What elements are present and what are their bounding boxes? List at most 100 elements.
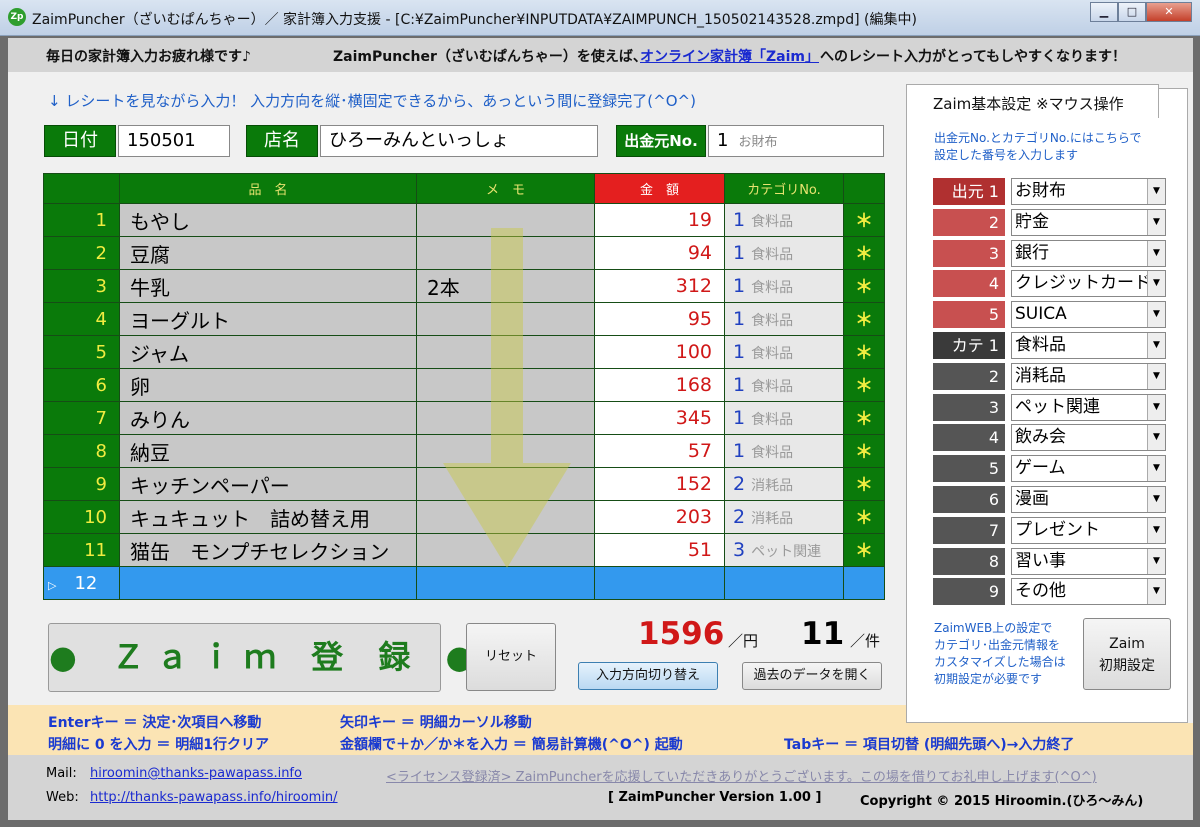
- mail-link[interactable]: hiroomin@thanks-pawapass.info: [90, 766, 302, 781]
- memo-cell[interactable]: [416, 368, 595, 402]
- chevron-down-icon[interactable]: ▼: [1147, 487, 1165, 512]
- amount-cell[interactable]: 152: [594, 467, 725, 501]
- memo-cell[interactable]: [416, 401, 595, 435]
- setting-select[interactable]: 漫画 ▼: [1011, 486, 1166, 513]
- category-cell[interactable]: [724, 566, 844, 600]
- amount-cell[interactable]: [594, 566, 725, 600]
- chevron-down-icon[interactable]: ▼: [1147, 363, 1165, 389]
- open-past-data-button[interactable]: 過去のデータを開く: [742, 662, 882, 690]
- item-name-cell[interactable]: キッチンペーパー: [119, 467, 417, 501]
- table-row[interactable]: 4 ヨーグルト 95 1 食料品 ＊: [43, 302, 885, 336]
- setting-select[interactable]: ペット関連 ▼: [1011, 393, 1166, 421]
- item-name-cell[interactable]: キュキュット 詰め替え用: [119, 500, 417, 534]
- category-cell[interactable]: 1 食料品: [724, 302, 844, 336]
- setting-select[interactable]: その他 ▼: [1011, 578, 1166, 606]
- category-cell[interactable]: 1 食料品: [724, 203, 844, 237]
- chevron-down-icon[interactable]: ▼: [1147, 179, 1165, 204]
- chevron-down-icon[interactable]: ▼: [1147, 425, 1165, 451]
- close-button[interactable]: ✕: [1146, 2, 1192, 22]
- memo-cell[interactable]: [416, 203, 595, 237]
- amount-cell[interactable]: 168: [594, 368, 725, 402]
- memo-cell[interactable]: [416, 467, 595, 501]
- amount-cell[interactable]: 345: [594, 401, 725, 435]
- setting-select[interactable]: プレゼント ▼: [1011, 516, 1166, 544]
- category-cell[interactable]: 1 食料品: [724, 335, 844, 369]
- memo-cell[interactable]: [416, 236, 595, 270]
- minimize-button[interactable]: ▁: [1090, 2, 1118, 22]
- setting-select[interactable]: 飲み会 ▼: [1011, 424, 1166, 452]
- chevron-down-icon[interactable]: ▼: [1147, 271, 1165, 297]
- table-row[interactable]: 8 納豆 57 1 食料品 ＊: [43, 434, 885, 468]
- source-field[interactable]: 1 お財布: [708, 125, 884, 157]
- chevron-down-icon[interactable]: ▼: [1147, 517, 1165, 543]
- item-name-cell[interactable]: 猫缶 モンプチセレクション: [119, 533, 417, 567]
- item-name-cell[interactable]: 牛乳: [119, 269, 417, 303]
- item-name-cell[interactable]: ジャム: [119, 335, 417, 369]
- item-name-cell[interactable]: ヨーグルト: [119, 302, 417, 336]
- zaim-init-button[interactable]: Zaim 初期設定: [1083, 618, 1171, 690]
- chevron-down-icon[interactable]: ▼: [1147, 394, 1165, 420]
- amount-cell[interactable]: 95: [594, 302, 725, 336]
- zaim-register-button[interactable]: ● Ｚａｉｍ 登 録 ●: [48, 623, 473, 692]
- setting-select[interactable]: 貯金 ▼: [1011, 208, 1166, 236]
- shop-field[interactable]: ひろーみんといっしょ: [320, 125, 598, 157]
- category-cell[interactable]: 1 食料品: [724, 401, 844, 435]
- toggle-direction-button[interactable]: 入力方向切り替え: [578, 662, 718, 690]
- memo-cell[interactable]: [416, 566, 595, 600]
- tab-zaim-settings[interactable]: Zaim基本設定 ※マウス操作: [906, 84, 1159, 118]
- current-input-row[interactable]: ▷ 12: [43, 566, 885, 600]
- amount-cell[interactable]: 57: [594, 434, 725, 468]
- chevron-down-icon[interactable]: ▼: [1147, 333, 1165, 358]
- category-cell[interactable]: 1 食料品: [724, 368, 844, 402]
- memo-cell[interactable]: [416, 302, 595, 336]
- memo-cell[interactable]: [416, 500, 595, 534]
- item-name-cell[interactable]: みりん: [119, 401, 417, 435]
- web-link[interactable]: http://thanks-pawapass.info/hiroomin/: [90, 790, 338, 805]
- memo-cell[interactable]: 2本: [416, 269, 595, 303]
- setting-select[interactable]: 習い事 ▼: [1011, 547, 1166, 575]
- category-cell[interactable]: 1 食料品: [724, 434, 844, 468]
- setting-select[interactable]: 銀行 ▼: [1011, 239, 1166, 267]
- setting-select[interactable]: 食料品 ▼: [1011, 332, 1166, 359]
- category-cell[interactable]: 3 ペット関連: [724, 533, 844, 567]
- date-field[interactable]: 150501: [118, 125, 230, 157]
- amount-cell[interactable]: 203: [594, 500, 725, 534]
- item-name-cell[interactable]: 豆腐: [119, 236, 417, 270]
- category-cell[interactable]: 2 消耗品: [724, 500, 844, 534]
- zaim-online-link[interactable]: オンライン家計簿「Zaim」: [640, 49, 819, 65]
- amount-cell[interactable]: 51: [594, 533, 725, 567]
- table-row[interactable]: 7 みりん 345 1 食料品 ＊: [43, 401, 885, 435]
- table-row[interactable]: 11 猫缶 モンプチセレクション 51 3 ペット関連 ＊: [43, 533, 885, 567]
- chevron-down-icon[interactable]: ▼: [1147, 456, 1165, 482]
- category-cell[interactable]: 2 消耗品: [724, 467, 844, 501]
- amount-cell[interactable]: 94: [594, 236, 725, 270]
- table-row[interactable]: 9 キッチンペーパー 152 2 消耗品 ＊: [43, 467, 885, 501]
- item-name-cell[interactable]: 納豆: [119, 434, 417, 468]
- table-row[interactable]: 6 卵 168 1 食料品 ＊: [43, 368, 885, 402]
- chevron-down-icon[interactable]: ▼: [1147, 579, 1165, 605]
- setting-select[interactable]: SUICA ▼: [1011, 301, 1166, 329]
- amount-cell[interactable]: 100: [594, 335, 725, 369]
- item-name-cell[interactable]: [119, 566, 417, 600]
- setting-select[interactable]: お財布 ▼: [1011, 178, 1166, 205]
- chevron-down-icon[interactable]: ▼: [1147, 548, 1165, 574]
- category-cell[interactable]: 1 食料品: [724, 236, 844, 270]
- item-name-cell[interactable]: 卵: [119, 368, 417, 402]
- memo-cell[interactable]: [416, 533, 595, 567]
- table-row[interactable]: 2 豆腐 94 1 食料品 ＊: [43, 236, 885, 270]
- chevron-down-icon[interactable]: ▼: [1147, 302, 1165, 328]
- chevron-down-icon[interactable]: ▼: [1147, 240, 1165, 266]
- setting-select[interactable]: ゲーム ▼: [1011, 455, 1166, 483]
- maximize-button[interactable]: □: [1118, 2, 1146, 22]
- reset-button[interactable]: リセット: [466, 623, 556, 691]
- license-text[interactable]: <ライセンス登録済> ZaimPuncherを応援していただきありがとうございま…: [386, 766, 1097, 785]
- setting-select[interactable]: クレジットカード ▼: [1011, 270, 1166, 298]
- memo-cell[interactable]: [416, 335, 595, 369]
- amount-cell[interactable]: 19: [594, 203, 725, 237]
- table-row[interactable]: 10 キュキュット 詰め替え用 203 2 消耗品 ＊: [43, 500, 885, 534]
- table-row[interactable]: 5 ジャム 100 1 食料品 ＊: [43, 335, 885, 369]
- setting-select[interactable]: 消耗品 ▼: [1011, 362, 1166, 390]
- chevron-down-icon[interactable]: ▼: [1147, 209, 1165, 235]
- category-cell[interactable]: 1 食料品: [724, 269, 844, 303]
- item-name-cell[interactable]: もやし: [119, 203, 417, 237]
